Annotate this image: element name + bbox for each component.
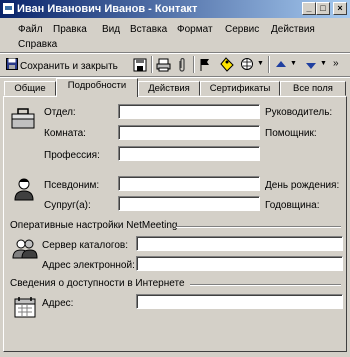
categories-icon[interactable] <box>218 56 235 73</box>
spouse-label: Супруг(а): <box>44 200 91 211</box>
chevron-down-icon[interactable]: ▼ <box>257 60 264 67</box>
close-button[interactable]: × <box>333 2 347 15</box>
department-label: Отдел: <box>44 107 76 118</box>
office-label: Комната: <box>44 128 86 139</box>
window-title: Иван Иванович Иванов - Контакт <box>17 3 198 15</box>
group-divider <box>176 226 341 228</box>
previous-item-icon[interactable] <box>275 59 287 71</box>
paperclip-icon[interactable] <box>176 58 188 72</box>
floppy-disk-icon <box>6 58 18 70</box>
menu-tools[interactable]: Сервис <box>225 24 259 35</box>
office-field[interactable] <box>118 125 260 140</box>
flag-icon[interactable] <box>199 58 211 72</box>
toolbar-separator <box>193 56 195 73</box>
briefcase-icon <box>11 108 35 129</box>
alias-label: Адрес электронной: <box>42 260 135 271</box>
menu-edit[interactable]: Правка <box>53 24 87 35</box>
assistant-label: Помощник: <box>265 128 317 139</box>
menu-file[interactable]: Файл <box>18 24 43 35</box>
menu-insert[interactable]: Вставка <box>130 24 167 35</box>
menu-view[interactable]: Вид <box>102 24 120 35</box>
directory-server-field[interactable] <box>136 236 343 251</box>
netmeeting-icon <box>12 239 38 259</box>
toolbar-separator <box>268 56 270 73</box>
chevron-down-icon[interactable]: ▼ <box>320 60 327 67</box>
nickname-field[interactable] <box>118 176 260 191</box>
toolbar: Сохранить и закрыть ▼ ▼ ▼ » <box>0 54 350 76</box>
calendar-icon <box>14 297 36 318</box>
alias-field[interactable] <box>136 256 343 271</box>
manager-label: Руководитель: <box>265 107 333 118</box>
minimize-button[interactable]: _ <box>302 2 316 15</box>
netmeeting-header: Оперативные настройки NetMeeting <box>10 220 178 231</box>
nickname-label: Псевдоним: <box>44 180 100 191</box>
next-item-icon[interactable] <box>305 59 317 71</box>
chevron-down-icon[interactable]: ▼ <box>290 60 297 67</box>
maximize-button[interactable]: □ <box>316 2 330 15</box>
print-icon[interactable] <box>156 58 171 72</box>
menu-bar: Файл Правка Вид Вставка Формат Сервис Де… <box>0 18 350 52</box>
title-bar: Иван Иванович Иванов - Контакт _ □ × <box>0 0 350 18</box>
tab-certificates[interactable]: Сертификаты <box>200 81 280 96</box>
tab-activities[interactable]: Действия <box>138 81 200 96</box>
freebusy-header: Сведения о доступности в Интернете <box>10 278 185 289</box>
directory-server-label: Сервер каталогов: <box>42 240 129 251</box>
toolbar-separator-line <box>0 76 350 78</box>
profession-label: Профессия: <box>44 150 100 161</box>
menu-help[interactable]: Справка <box>18 39 57 50</box>
save-close-label: Сохранить и закрыть <box>20 61 118 72</box>
contact-card-icon[interactable] <box>2 2 15 15</box>
tab-all-fields[interactable]: Все поля <box>280 81 346 96</box>
spouse-field[interactable] <box>118 196 260 211</box>
menu-actions[interactable]: Действия <box>271 24 315 35</box>
freebusy-address-label: Адрес: <box>42 298 74 309</box>
profession-field[interactable] <box>118 146 260 161</box>
group-divider <box>190 284 341 286</box>
birthday-label: День рождения: <box>265 180 340 191</box>
person-icon <box>14 178 34 201</box>
anniversary-label: Годовщина: <box>265 200 320 211</box>
toolbar-options-icon[interactable]: » <box>333 58 339 69</box>
tab-general[interactable]: Общие <box>4 81 56 96</box>
save-icon[interactable] <box>133 58 147 72</box>
toolbar-separator <box>151 56 153 73</box>
tab-details[interactable]: Подробности <box>56 78 138 97</box>
freebusy-address-field[interactable] <box>136 294 343 309</box>
menu-format[interactable]: Формат <box>177 24 213 35</box>
save-close-button[interactable]: Сохранить и закрыть <box>4 56 128 74</box>
department-field[interactable] <box>118 104 260 119</box>
display-map-icon[interactable] <box>240 57 255 72</box>
